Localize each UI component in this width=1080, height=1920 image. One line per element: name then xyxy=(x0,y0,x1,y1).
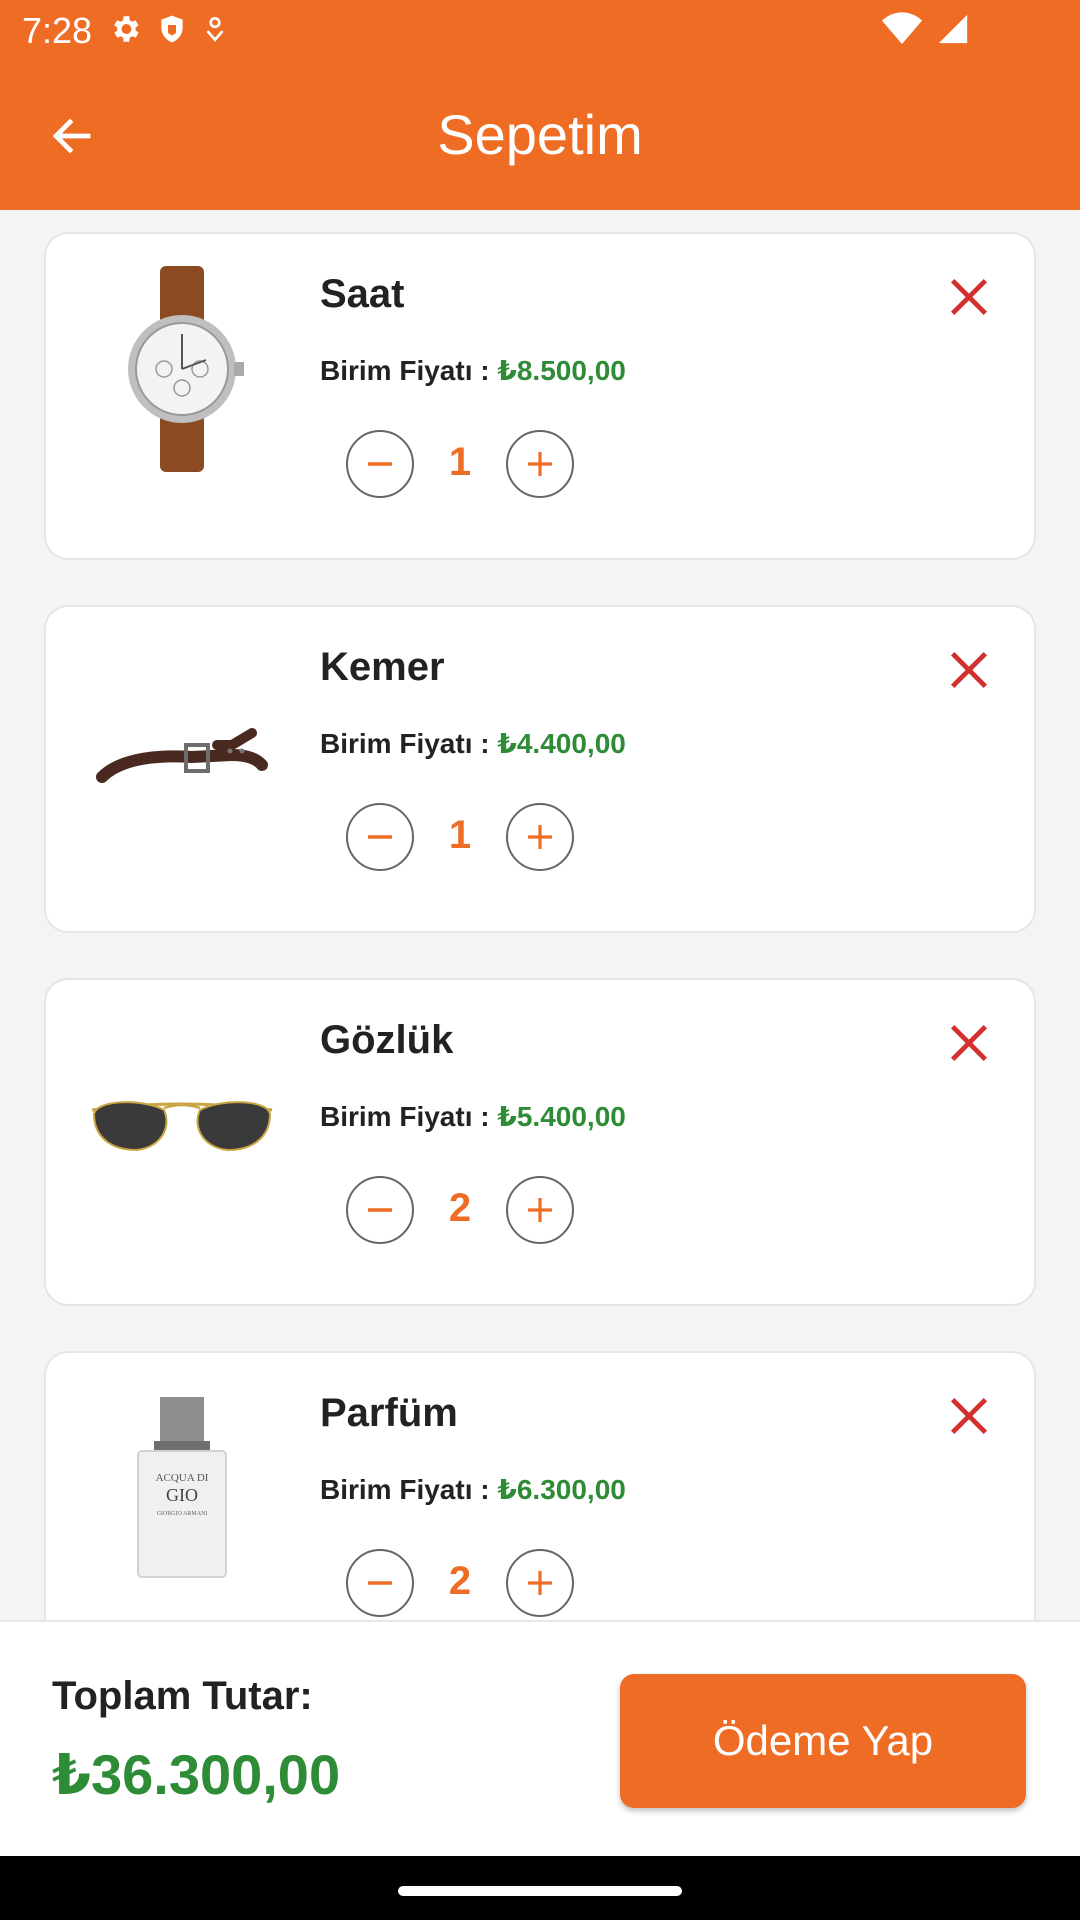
unit-price-value: ₺4.400,00 xyxy=(497,728,626,759)
quantity-stepper: 2 xyxy=(346,1176,576,1244)
quantity-value: 2 xyxy=(448,1559,472,1603)
plus-icon xyxy=(528,825,552,849)
unit-price-value: ₺6.300,00 xyxy=(497,1474,626,1505)
wifi-icon xyxy=(882,12,922,44)
quantity-stepper: 2 xyxy=(346,1549,576,1617)
increase-quantity-button[interactable] xyxy=(506,803,574,871)
minus-icon xyxy=(368,462,392,466)
close-icon xyxy=(950,1397,988,1435)
unit-price: Birim Fiyatı : ₺4.400,00 xyxy=(320,727,626,760)
checkout-button[interactable]: Ödeme Yap xyxy=(620,1674,1026,1808)
close-icon xyxy=(950,1024,988,1062)
increase-quantity-button[interactable] xyxy=(506,430,574,498)
watch-image xyxy=(82,264,282,474)
unit-price-label: Birim Fiyatı : xyxy=(320,728,498,759)
total-value: ₺36.300,00 xyxy=(52,1743,341,1806)
decrease-quantity-button[interactable] xyxy=(346,430,414,498)
status-time: 7:28 xyxy=(22,10,93,51)
cart-item-card: Kemer Birim Fiyatı : ₺4.400,00 1 xyxy=(44,605,1036,933)
signal-icon xyxy=(938,14,968,44)
shield-icon xyxy=(161,15,183,43)
remove-item-button[interactable] xyxy=(944,272,994,322)
svg-text:GIO: GIO xyxy=(166,1485,198,1505)
remove-item-button[interactable] xyxy=(944,1391,994,1441)
unit-price-value: ₺8.500,00 xyxy=(497,355,626,386)
unit-price-label: Birim Fiyatı : xyxy=(320,1101,498,1132)
unit-price: Birim Fiyatı : ₺8.500,00 xyxy=(320,354,626,387)
unit-price: Birim Fiyatı : ₺5.400,00 xyxy=(320,1100,626,1133)
gear-icon xyxy=(114,16,139,42)
quantity-value: 1 xyxy=(448,440,472,484)
sunglasses-image xyxy=(82,1010,282,1220)
decrease-quantity-button[interactable] xyxy=(346,803,414,871)
increase-quantity-button[interactable] xyxy=(506,1549,574,1617)
belt-image xyxy=(82,637,282,847)
unit-price: Birim Fiyatı : ₺6.300,00 xyxy=(320,1473,626,1506)
app-bar: Sepetim xyxy=(0,62,1080,210)
remove-item-button[interactable] xyxy=(944,1018,994,1068)
product-name: Parfüm xyxy=(320,1391,458,1435)
close-icon xyxy=(950,651,988,689)
plus-icon xyxy=(528,452,552,476)
cart-item-card: Gözlük Birim Fiyatı : ₺5.400,00 2 xyxy=(44,978,1036,1306)
quantity-stepper: 1 xyxy=(346,803,576,871)
product-name: Saat xyxy=(320,272,405,316)
status-icons-left xyxy=(108,12,228,46)
unit-price-value: ₺5.400,00 xyxy=(497,1101,626,1132)
system-nav-bar xyxy=(0,1856,1080,1920)
cart-item-card: Saat Birim Fiyatı : ₺8.500,00 1 xyxy=(44,232,1036,560)
minus-icon xyxy=(368,835,392,839)
total-label: Toplam Tutar: xyxy=(52,1674,313,1718)
status-icons-right xyxy=(882,12,970,46)
decrease-quantity-button[interactable] xyxy=(346,1176,414,1244)
cart-list[interactable]: Saat Birim Fiyatı : ₺8.500,00 1 Kemer Bi… xyxy=(0,210,1080,1620)
decrease-quantity-button[interactable] xyxy=(346,1549,414,1617)
svg-text:ACQUA DI: ACQUA DI xyxy=(156,1472,209,1484)
checkout-footer: Toplam Tutar: ₺36.300,00 Ödeme Yap xyxy=(0,1620,1080,1856)
quantity-value: 1 xyxy=(448,813,472,857)
unit-price-label: Birim Fiyatı : xyxy=(320,1474,498,1505)
cart-item-card: ACQUA DI GIO GIORGIO ARMANI Parfüm Birim… xyxy=(44,1351,1036,1620)
product-name: Kemer xyxy=(320,645,445,689)
quantity-value: 2 xyxy=(448,1186,472,1230)
remove-item-button[interactable] xyxy=(944,645,994,695)
minus-icon xyxy=(368,1581,392,1585)
location-pin-icon xyxy=(206,16,224,42)
plus-icon xyxy=(528,1571,552,1595)
status-bar: 7:28 xyxy=(0,0,1080,62)
minus-icon xyxy=(368,1208,392,1212)
svg-text:GIORGIO ARMANI: GIORGIO ARMANI xyxy=(157,1511,208,1517)
plus-icon xyxy=(528,1198,552,1222)
product-name: Gözlük xyxy=(320,1018,454,1062)
home-gesture-handle[interactable] xyxy=(398,1886,682,1896)
unit-price-label: Birim Fiyatı : xyxy=(320,355,498,386)
quantity-stepper: 1 xyxy=(346,430,576,498)
increase-quantity-button[interactable] xyxy=(506,1176,574,1244)
close-icon xyxy=(950,278,988,316)
perfume-image: ACQUA DI GIO GIORGIO ARMANI xyxy=(82,1383,282,1593)
page-title: Sepetim xyxy=(437,103,643,166)
